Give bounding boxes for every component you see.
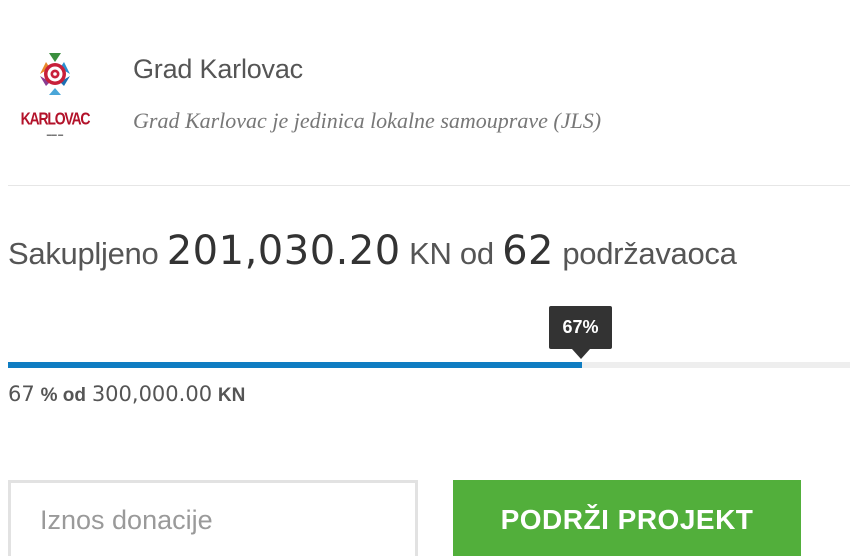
raised-prefix: Sakupljeno [8, 236, 159, 271]
support-project-button[interactable]: PODRŽI PROJEKT [453, 480, 801, 556]
raised-amount: 201,030.20 [166, 228, 401, 274]
progress-fill [8, 362, 583, 368]
goal-percent: 67 [8, 382, 35, 406]
organizer-logo[interactable]: KARLOVAC ▬▬ ▬ [16, 50, 94, 146]
donation-amount-input[interactable] [8, 480, 418, 556]
campaign-widget: KARLOVAC ▬▬ ▬ Grad Karlovac Grad Karlova… [0, 0, 850, 556]
organizer-name[interactable]: Grad Karlovac [133, 54, 303, 85]
progress-bar [8, 362, 850, 368]
goal-summary: 67 % od 300,000.00 KN [8, 382, 245, 407]
goal-amount: 300,000.00 [91, 382, 213, 406]
organizer-description: Grad Karlovac je jedinica lokalne samoup… [133, 108, 602, 133]
karlovac-emblem-icon [40, 53, 70, 95]
logo-wordmark: KARLOVAC [20, 108, 91, 128]
logo-subtext: ▬▬ ▬ [46, 132, 64, 138]
progress-tooltip: 67% [549, 306, 612, 349]
tooltip-arrow [572, 349, 590, 359]
raised-suffix: podržavaoca [562, 236, 737, 271]
goal-percent-unit: % od [40, 385, 86, 406]
organizer-header: KARLOVAC ▬▬ ▬ Grad Karlovac Grad Karlova… [0, 0, 850, 186]
divider [8, 185, 850, 186]
backers-count: 62 [502, 228, 555, 274]
raised-currency: KN [409, 236, 452, 271]
raised-between: od [459, 236, 494, 271]
raised-summary: Sakupljeno 201,030.20 KN od 62 podržavao… [8, 228, 737, 274]
goal-currency: KN [217, 385, 246, 406]
